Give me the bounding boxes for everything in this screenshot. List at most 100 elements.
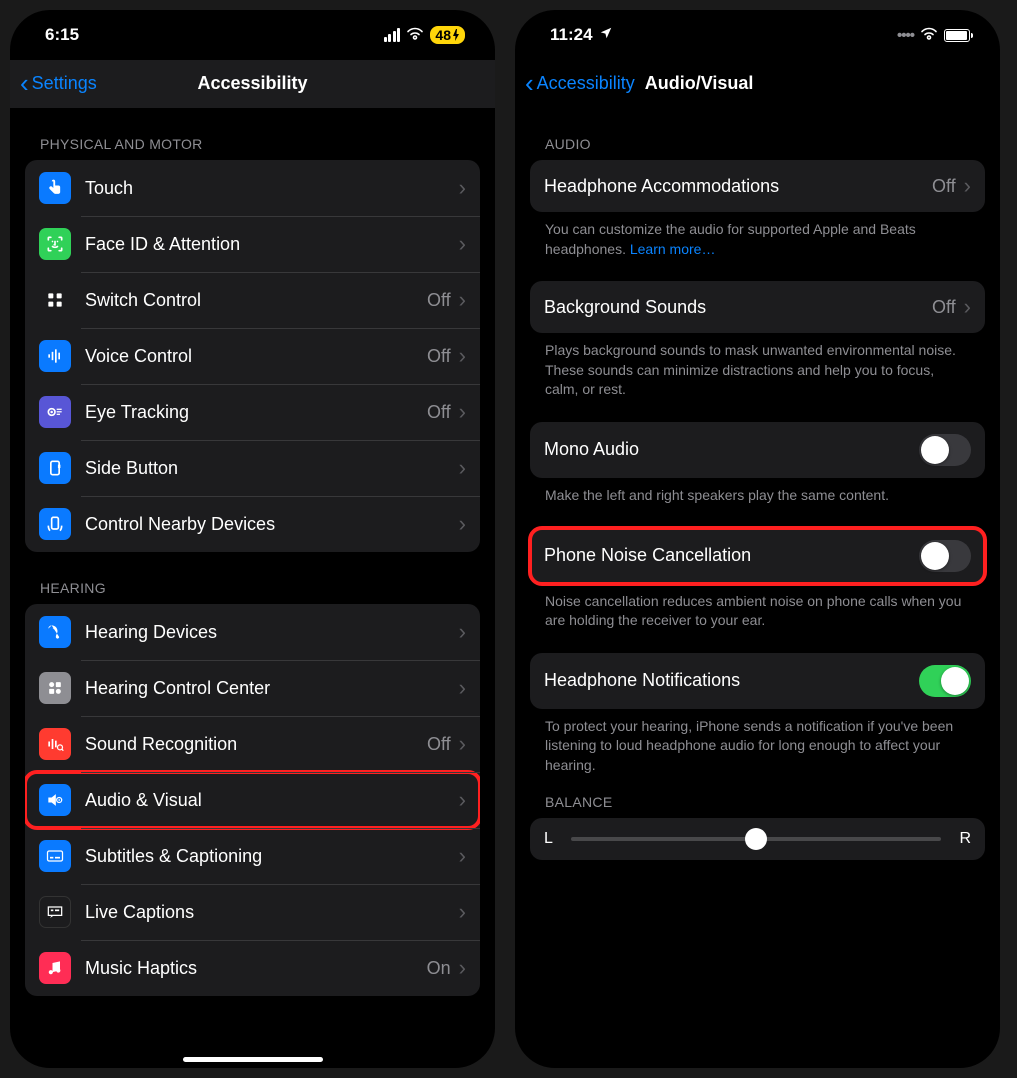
hearing-devices-icon <box>39 616 71 648</box>
row-label: Subtitles & Captioning <box>85 846 459 867</box>
footer-notif: To protect your hearing, iPhone sends a … <box>530 709 985 776</box>
row-label: Touch <box>85 178 459 199</box>
back-label: Accessibility <box>537 73 635 94</box>
nav-bar: ‹ Settings Accessibility <box>10 60 495 108</box>
hearing-control-icon <box>39 672 71 704</box>
row-side-button[interactable]: Side Button › <box>25 440 480 496</box>
row-audio-visual[interactable]: Audio & Visual › <box>25 772 480 828</box>
chevron-left-icon: ‹ <box>20 70 29 96</box>
group-headphone-accom: Headphone Accommodations Off › <box>530 160 985 212</box>
group-physical-motor: Touch › Face ID & Attention › Switch Con… <box>25 160 480 552</box>
wifi-icon <box>920 25 938 45</box>
chevron-right-icon: › <box>459 177 466 199</box>
row-label: Hearing Devices <box>85 622 459 643</box>
toggle-noise-cancellation[interactable] <box>919 540 971 572</box>
row-label: Audio & Visual <box>85 790 459 811</box>
phone-left-accessibility: 6:15 48 ‹ Settings Accessibility PHYSICA… <box>10 10 495 1068</box>
balance-slider-row: L R <box>530 818 985 860</box>
row-mono-audio[interactable]: Mono Audio <box>530 422 985 478</box>
chevron-right-icon: › <box>459 621 466 643</box>
row-label: Background Sounds <box>544 297 932 318</box>
row-label: Sound Recognition <box>85 734 427 755</box>
row-value: Off <box>427 290 451 311</box>
row-eye-tracking[interactable]: Eye Tracking Off › <box>25 384 480 440</box>
group-hearing: Hearing Devices › Hearing Control Center… <box>25 604 480 996</box>
toggle-mono-audio[interactable] <box>919 434 971 466</box>
toggle-headphone-notifications[interactable] <box>919 665 971 697</box>
learn-more-link[interactable]: Learn more… <box>630 241 716 257</box>
section-header-balance: BALANCE <box>530 776 985 818</box>
phone-right-audio-visual: 11:24 •••• ‹ Accessibility Audio/Visual … <box>515 10 1000 1068</box>
footer-mono: Make the left and right speakers play th… <box>530 478 985 506</box>
chevron-right-icon: › <box>459 901 466 923</box>
location-icon <box>599 25 613 45</box>
group-headphone-notifications: Headphone Notifications <box>530 653 985 709</box>
row-headphone-notifications[interactable]: Headphone Notifications <box>530 653 985 709</box>
music-haptics-icon <box>39 952 71 984</box>
settings-list[interactable]: PHYSICAL AND MOTOR Touch › Face ID & Att… <box>10 108 495 1068</box>
row-control-nearby[interactable]: Control Nearby Devices › <box>25 496 480 552</box>
battery-icon <box>944 29 970 42</box>
row-subtitles[interactable]: Subtitles & Captioning › <box>25 828 480 884</box>
row-headphone-accommodations[interactable]: Headphone Accommodations Off › <box>530 160 985 212</box>
row-value: Off <box>427 734 451 755</box>
row-label: Music Haptics <box>85 958 427 979</box>
row-label: Live Captions <box>85 902 459 923</box>
row-label: Phone Noise Cancellation <box>544 545 919 566</box>
status-time: 6:15 <box>45 25 79 45</box>
footer-headphone-accom: You can customize the audio for supporte… <box>530 212 985 259</box>
control-nearby-icon <box>39 508 71 540</box>
eye-tracking-icon <box>39 396 71 428</box>
row-face-id[interactable]: Face ID & Attention › <box>25 216 480 272</box>
home-indicator[interactable] <box>183 1057 323 1062</box>
nav-bar: ‹ Accessibility Audio/Visual <box>515 60 1000 108</box>
battery-icon: 48 <box>430 26 465 44</box>
chevron-right-icon: › <box>459 789 466 811</box>
settings-list[interactable]: AUDIO Headphone Accommodations Off › You… <box>515 108 1000 1068</box>
chevron-right-icon: › <box>459 233 466 255</box>
footer-background-sounds: Plays background sounds to mask unwanted… <box>530 333 985 400</box>
status-bar: 6:15 48 <box>10 10 495 60</box>
group-noise-cancellation: Phone Noise Cancellation <box>530 528 985 584</box>
chevron-right-icon: › <box>459 345 466 367</box>
balance-slider[interactable] <box>571 837 942 841</box>
status-time: 11:24 <box>550 25 593 45</box>
chevron-right-icon: › <box>459 677 466 699</box>
cellular-icon <box>384 28 401 42</box>
face-id-icon <box>39 228 71 260</box>
row-phone-noise-cancellation[interactable]: Phone Noise Cancellation <box>530 528 985 584</box>
voice-control-icon <box>39 340 71 372</box>
chevron-right-icon: › <box>964 175 971 197</box>
chevron-right-icon: › <box>459 733 466 755</box>
chevron-right-icon: › <box>459 513 466 535</box>
row-background-sounds[interactable]: Background Sounds Off › <box>530 281 985 333</box>
row-music-haptics[interactable]: Music Haptics On › <box>25 940 480 996</box>
row-value: Off <box>932 297 956 318</box>
row-value: Off <box>932 176 956 197</box>
row-touch[interactable]: Touch › <box>25 160 480 216</box>
row-live-captions[interactable]: Live Captions › <box>25 884 480 940</box>
row-label: Control Nearby Devices <box>85 514 459 535</box>
row-value: On <box>427 958 451 979</box>
row-label: Eye Tracking <box>85 402 427 423</box>
row-label: Side Button <box>85 458 459 479</box>
status-bar: 11:24 •••• <box>515 10 1000 60</box>
back-button[interactable]: ‹ Accessibility <box>525 70 635 96</box>
chevron-right-icon: › <box>964 296 971 318</box>
row-label: Face ID & Attention <box>85 234 459 255</box>
row-hearing-devices[interactable]: Hearing Devices › <box>25 604 480 660</box>
chevron-right-icon: › <box>459 957 466 979</box>
group-balance: L R <box>530 818 985 860</box>
row-hearing-control-center[interactable]: Hearing Control Center › <box>25 660 480 716</box>
touch-icon <box>39 172 71 204</box>
back-label: Settings <box>32 73 97 94</box>
chevron-left-icon: ‹ <box>525 70 534 96</box>
section-header-audio: AUDIO <box>530 108 985 160</box>
row-switch-control[interactable]: Switch Control Off › <box>25 272 480 328</box>
row-voice-control[interactable]: Voice Control Off › <box>25 328 480 384</box>
row-sound-recognition[interactable]: Sound Recognition Off › <box>25 716 480 772</box>
back-button[interactable]: ‹ Settings <box>20 70 97 96</box>
chevron-right-icon: › <box>459 457 466 479</box>
wifi-icon <box>406 25 424 45</box>
page-title: Audio/Visual <box>645 73 754 94</box>
